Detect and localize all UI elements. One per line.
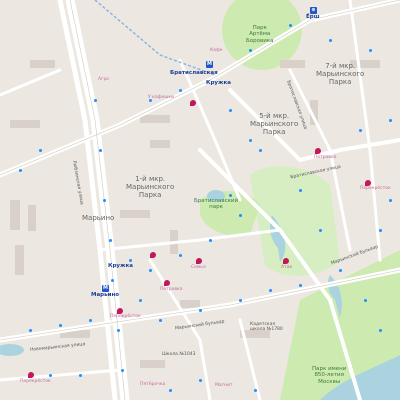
bus-krujka-1-label[interactable]: Кружка xyxy=(206,80,231,86)
bus-stop-icon[interactable] xyxy=(238,213,242,217)
bus-stop-icon[interactable] xyxy=(388,198,392,202)
poi-semya-icon[interactable] xyxy=(196,258,202,264)
poi-magnit-label[interactable]: Магнит xyxy=(215,383,233,388)
map-canvas[interactable]: 1-й мкр. Марьинского Парка 5-й мкр. Марьинс… xyxy=(0,0,400,400)
district-mkr5: 5-й мкр. Марьинского Парка xyxy=(250,112,299,137)
bus-stop-icon[interactable] xyxy=(228,193,232,197)
bus-stop-icon[interactable] xyxy=(108,238,112,242)
bus-stop-icon[interactable] xyxy=(198,378,202,382)
poi-u-kafe-label[interactable]: У кафешки xyxy=(148,95,174,100)
bus-stop-icon[interactable] xyxy=(158,318,162,322)
bus-stop-icon[interactable] xyxy=(116,328,120,332)
district-mkr1: 1-й мкр. Марьинского Парка xyxy=(126,175,175,200)
poi-petrovka-1-label[interactable]: Петровка xyxy=(314,155,337,160)
poi-cafe-icon[interactable] xyxy=(190,100,196,106)
bus-krujka-2-label[interactable]: Кружка xyxy=(108,263,133,269)
bus-stop-icon[interactable] xyxy=(168,388,172,392)
bus-stop-icon[interactable] xyxy=(363,298,367,302)
bus-stop-icon[interactable] xyxy=(102,198,106,202)
metro-maryino-icon[interactable]: M xyxy=(102,285,109,292)
bus-stop-icon[interactable] xyxy=(93,98,97,102)
poi-atak-icon[interactable] xyxy=(283,258,289,264)
bus-stop-icon[interactable] xyxy=(18,168,22,172)
poi-agro-label[interactable]: Агро xyxy=(98,77,109,82)
bus-stop-icon[interactable] xyxy=(178,253,182,257)
bus-stop-icon[interactable] xyxy=(88,318,92,322)
district-maryino: Марьино xyxy=(82,214,115,222)
poi-semya-label[interactable]: Семья xyxy=(191,265,206,270)
bus-stop-icon[interactable] xyxy=(378,328,382,332)
bus-stop-icon[interactable] xyxy=(58,323,62,327)
bus-stop-icon[interactable] xyxy=(198,308,202,312)
metro-bratislavskaya-label[interactable]: Братиславская xyxy=(170,70,218,76)
poi-perekrestok-3-icon[interactable] xyxy=(28,372,34,378)
bus-stop-icon[interactable] xyxy=(388,118,392,122)
poi-perekrestok-1-label[interactable]: Перекрёсток xyxy=(360,186,391,191)
metro-bratislavskaya-icon[interactable]: M xyxy=(206,61,213,68)
park-850-label: Парк имени 850-летия Москвы xyxy=(312,366,347,385)
bus-stop-icon[interactable] xyxy=(238,298,242,302)
bus-stop-icon[interactable] xyxy=(148,98,152,102)
bus-stop-icon[interactable] xyxy=(358,128,362,132)
poi-kadetskaya-label[interactable]: Кадетская школа №1780 xyxy=(250,322,290,332)
bratislavsky-park-label: Братиславский парк xyxy=(194,198,239,211)
poi-perekrestok-2-label[interactable]: Перекрёсток xyxy=(110,314,141,319)
poi-kafe-label[interactable]: Кафе xyxy=(210,48,223,53)
park-artema-label: Парк Артёма Боровика xyxy=(246,25,274,44)
bus-stop-icon[interactable] xyxy=(120,368,124,372)
metro-maryino-label[interactable]: Марьино xyxy=(91,292,119,298)
bus-stop-icon[interactable] xyxy=(368,48,372,52)
bus-stop-icon[interactable] xyxy=(78,373,82,377)
poi-petrovka-1-icon[interactable] xyxy=(315,148,321,154)
poi-petrovka-2-icon[interactable] xyxy=(164,280,170,286)
bus-stop-icon[interactable] xyxy=(288,23,292,27)
poi-pyaterochka-label[interactable]: Пятёрочка xyxy=(140,382,165,387)
bus-stop-icon[interactable] xyxy=(248,138,252,142)
bus-stop-icon[interactable] xyxy=(138,298,142,302)
bus-stop-icon[interactable] xyxy=(208,238,212,242)
poi-atak-label[interactable]: Атак xyxy=(281,265,292,270)
poi-perekrestok-3-label[interactable]: Перекрёсток xyxy=(20,379,51,384)
bus-stop-icon[interactable] xyxy=(98,148,102,152)
bus-stop-icon[interactable] xyxy=(378,228,382,232)
bus-stop-icon[interactable] xyxy=(298,283,302,287)
bus-stop-icon[interactable] xyxy=(48,373,52,377)
poi-kafe-icon[interactable] xyxy=(150,252,156,258)
bus-stop-icon[interactable] xyxy=(148,268,152,272)
bus-stop-icon[interactable] xyxy=(110,278,114,282)
bus-stop-icon[interactable] xyxy=(268,288,272,292)
bus-stop-icon[interactable] xyxy=(253,388,257,392)
bus-stop-icon[interactable] xyxy=(28,328,32,332)
bus-stop-icon[interactable] xyxy=(338,268,342,272)
bus-stop-icon[interactable] xyxy=(328,38,332,42)
bus-ersh-label[interactable]: Ёрш xyxy=(306,14,320,20)
bus-stop-icon[interactable] xyxy=(298,188,302,192)
poi-shkola-label[interactable]: Школа №1043 xyxy=(162,352,195,357)
poi-petrovka-2-label[interactable]: Петровка xyxy=(160,287,183,292)
bus-stop-icon[interactable] xyxy=(128,258,132,262)
bus-stop-icon[interactable] xyxy=(228,108,232,112)
bus-stop-icon[interactable] xyxy=(258,148,262,152)
bus-ersh-icon[interactable]: ⊕ xyxy=(310,7,317,14)
bus-stop-icon[interactable] xyxy=(248,48,252,52)
bus-stop-icon[interactable] xyxy=(318,228,322,232)
bus-stop-icon[interactable] xyxy=(178,88,182,92)
district-mkr7: 7-й мкр. Марьинского Парка xyxy=(316,62,365,87)
bus-stop-icon[interactable] xyxy=(38,148,42,152)
